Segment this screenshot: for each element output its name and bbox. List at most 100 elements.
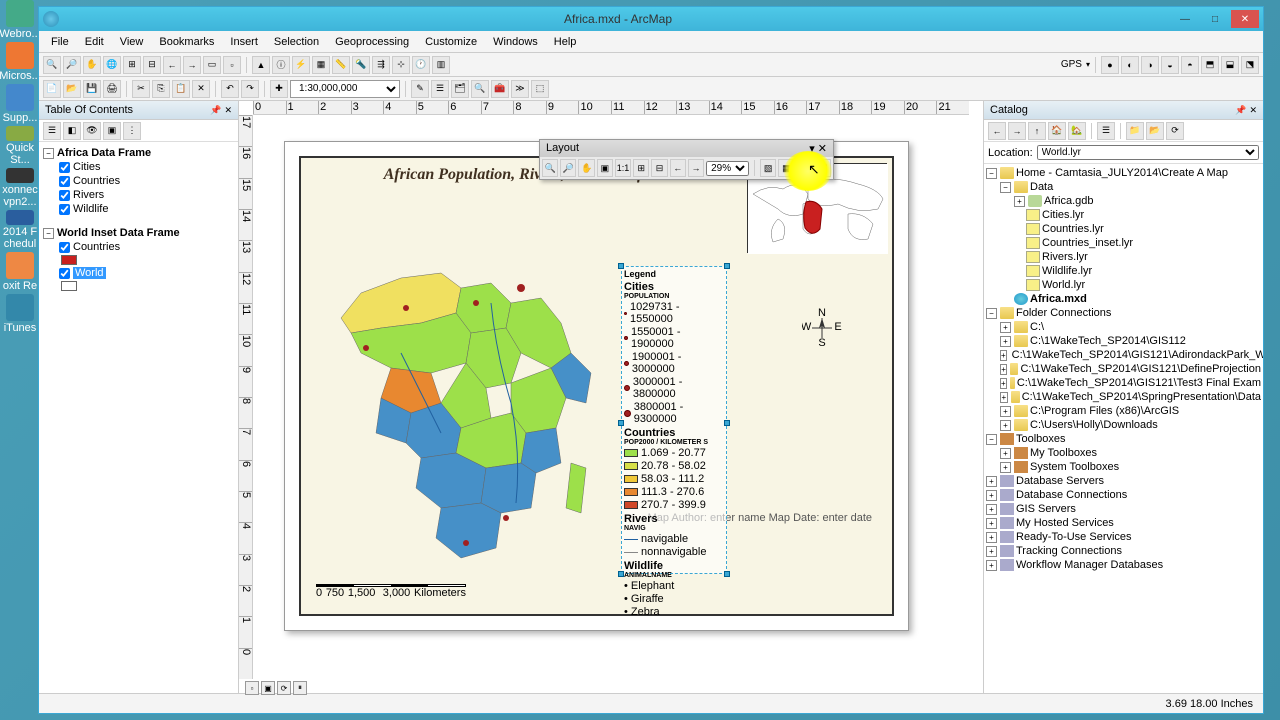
layout-fixed-out-icon[interactable]: ⊟ (651, 159, 667, 177)
identify-icon[interactable]: ⓘ (272, 56, 290, 74)
forward-icon[interactable]: → (183, 56, 201, 74)
resize-handle[interactable] (618, 263, 624, 269)
select-elements-icon[interactable]: ▲ (252, 56, 270, 74)
cat-fwd-icon[interactable]: → (1008, 122, 1026, 140)
expand-icon[interactable]: + (986, 518, 997, 529)
cat-lyr[interactable]: Wildlife.lyr (1042, 265, 1092, 277)
cat-lyr[interactable]: World.lyr (1042, 279, 1085, 291)
cat-folder-item[interactable]: C:\1WakeTech_SP2014\GIS121\Test3 Final E… (1017, 377, 1261, 389)
scale-select[interactable]: 1:30,000,000 (290, 80, 400, 98)
pause-draw-icon[interactable]: ⏸ (293, 681, 307, 695)
layout-page[interactable]: African Population, Rivers, and Wildlife (284, 141, 909, 631)
refresh-view-icon[interactable]: ⟳ (277, 681, 291, 695)
collapse-icon[interactable]: − (1000, 182, 1011, 193)
cat-other-item[interactable]: Ready-To-Use Services (1016, 531, 1132, 543)
layer-check-countries[interactable] (59, 176, 70, 187)
resize-handle[interactable] (618, 420, 624, 426)
goto-xy-icon[interactable]: ⊹ (392, 56, 410, 74)
expand-icon[interactable]: + (1014, 196, 1025, 207)
cat-folder-item[interactable]: C:\ (1030, 321, 1044, 333)
menu-help[interactable]: Help (546, 33, 585, 51)
expand-icon[interactable]: + (1000, 420, 1011, 431)
expand-icon[interactable]: + (1000, 448, 1011, 459)
clear-selection-icon[interactable]: ▫ (223, 56, 241, 74)
pin-icon[interactable]: 📌 (1235, 105, 1246, 115)
layout-pan-icon[interactable]: ✋ (578, 159, 594, 177)
redo-icon[interactable]: ↷ (241, 80, 259, 98)
layer-rivers[interactable]: Rivers (73, 189, 104, 201)
cat-lyr[interactable]: Countries_inset.lyr (1042, 237, 1133, 249)
collapse-icon[interactable]: − (986, 168, 997, 179)
layer-world[interactable]: World (73, 267, 106, 279)
desktop-icon-word[interactable]: 2014 F chedul (2, 210, 38, 250)
cat-other-item[interactable]: Database Servers (1016, 475, 1104, 487)
expand-icon[interactable]: + (986, 532, 997, 543)
expand-icon[interactable]: + (1000, 392, 1008, 403)
editor-toolbar-icon[interactable]: ✎ (411, 80, 429, 98)
cat-folder-conn[interactable]: Folder Connections (1016, 307, 1111, 319)
expand-icon[interactable]: + (1000, 406, 1011, 417)
expand-icon[interactable]: + (986, 560, 997, 571)
layout-zoom-out-icon[interactable]: 🔎 (560, 159, 576, 177)
toc-close-icon[interactable]: ✕ (224, 105, 232, 115)
layout-whole-page-icon[interactable]: ▣ (597, 159, 613, 177)
list-by-drawing-icon[interactable]: ☰ (43, 122, 61, 140)
layer-check-world[interactable] (59, 268, 70, 279)
toggle-draft-icon[interactable]: ▧ (760, 159, 776, 177)
expand-icon[interactable]: + (1000, 336, 1011, 347)
expand-icon[interactable]: + (1000, 364, 1007, 375)
menu-file[interactable]: File (43, 33, 77, 51)
cat-folder-item[interactable]: C:\1WakeTech_SP2014\GIS121\AdirondackPar… (1012, 349, 1263, 361)
hyperlink-icon[interactable]: ⚡ (292, 56, 310, 74)
arctool-icon[interactable]: 🧰 (491, 80, 509, 98)
cat-other-item[interactable]: My Hosted Services (1016, 517, 1114, 529)
swatch-red[interactable] (61, 255, 77, 265)
cat-other-item[interactable]: Database Connections (1016, 489, 1127, 501)
layout-toolbar-opts-icon[interactable]: ▾ (809, 143, 815, 155)
data-driven-icon[interactable]: 📑 (815, 159, 831, 177)
paste-icon[interactable]: 📋 (172, 80, 190, 98)
time-slider-icon[interactable]: 🕐 (412, 56, 430, 74)
gps-tool-7[interactable]: ⬓ (1221, 56, 1239, 74)
cat-lyr[interactable]: Cities.lyr (1042, 209, 1084, 221)
cat-other-item[interactable]: Tracking Connections (1016, 545, 1122, 557)
cat-systool[interactable]: System Toolboxes (1030, 461, 1119, 473)
desktop-icon-webroot[interactable]: Webro... (2, 0, 38, 40)
layer-cities[interactable]: Cities (73, 161, 101, 173)
gps-tool-1[interactable]: ● (1101, 56, 1119, 74)
cat-toggle-icon[interactable]: ☰ (1097, 122, 1115, 140)
cat-other-item[interactable]: GIS Servers (1016, 503, 1076, 515)
resize-handle[interactable] (618, 571, 624, 577)
model-icon[interactable]: ⬚ (531, 80, 549, 98)
desktop-icon-msoffice[interactable]: Micros... (2, 42, 38, 82)
pan-icon[interactable]: ✋ (83, 56, 101, 74)
menu-insert[interactable]: Insert (222, 33, 266, 51)
location-select[interactable]: World.lyr (1037, 145, 1259, 160)
menu-geoprocessing[interactable]: Geoprocessing (327, 33, 417, 51)
layout-toolbar-title[interactable]: Layout (546, 142, 579, 155)
cat-home-icon[interactable]: 🏠 (1048, 122, 1066, 140)
gps-tool-8[interactable]: ⬔ (1241, 56, 1259, 74)
maximize-button[interactable]: □ (1201, 10, 1229, 28)
change-layout-icon[interactable]: 📐 (796, 159, 812, 177)
cat-folder-item[interactable]: C:\Program Files (x86)\ArcGIS (1030, 405, 1179, 417)
zoom-in-icon[interactable]: 🔍 (43, 56, 61, 74)
expand-icon[interactable]: + (1000, 322, 1011, 333)
collapse-icon[interactable]: − (986, 434, 997, 445)
menu-view[interactable]: View (112, 33, 152, 51)
cat-folder-item[interactable]: C:\1WakeTech_SP2014\SpringPresentation\D… (1022, 391, 1261, 403)
cat-lyr[interactable]: Countries.lyr (1042, 223, 1104, 235)
cat-toolboxes[interactable]: Toolboxes (1016, 433, 1066, 445)
save-icon[interactable]: 💾 (83, 80, 101, 98)
cat-connect-folder-icon[interactable]: 📁 (1126, 122, 1144, 140)
expand-icon[interactable]: + (986, 504, 997, 515)
layer-countries[interactable]: Countries (73, 175, 120, 187)
list-by-selection-icon[interactable]: ▣ (103, 122, 121, 140)
catalog-close-icon[interactable]: ✕ (1249, 105, 1257, 115)
print-icon[interactable]: 🖨 (103, 80, 121, 98)
cat-data-folder[interactable]: Data (1030, 181, 1053, 193)
layout-zoom-select[interactable]: 29% (706, 161, 749, 176)
html-popup-icon[interactable]: ▦ (312, 56, 330, 74)
pin-icon[interactable]: 📌 (210, 105, 221, 115)
layout-forward-icon[interactable]: → (688, 159, 704, 177)
